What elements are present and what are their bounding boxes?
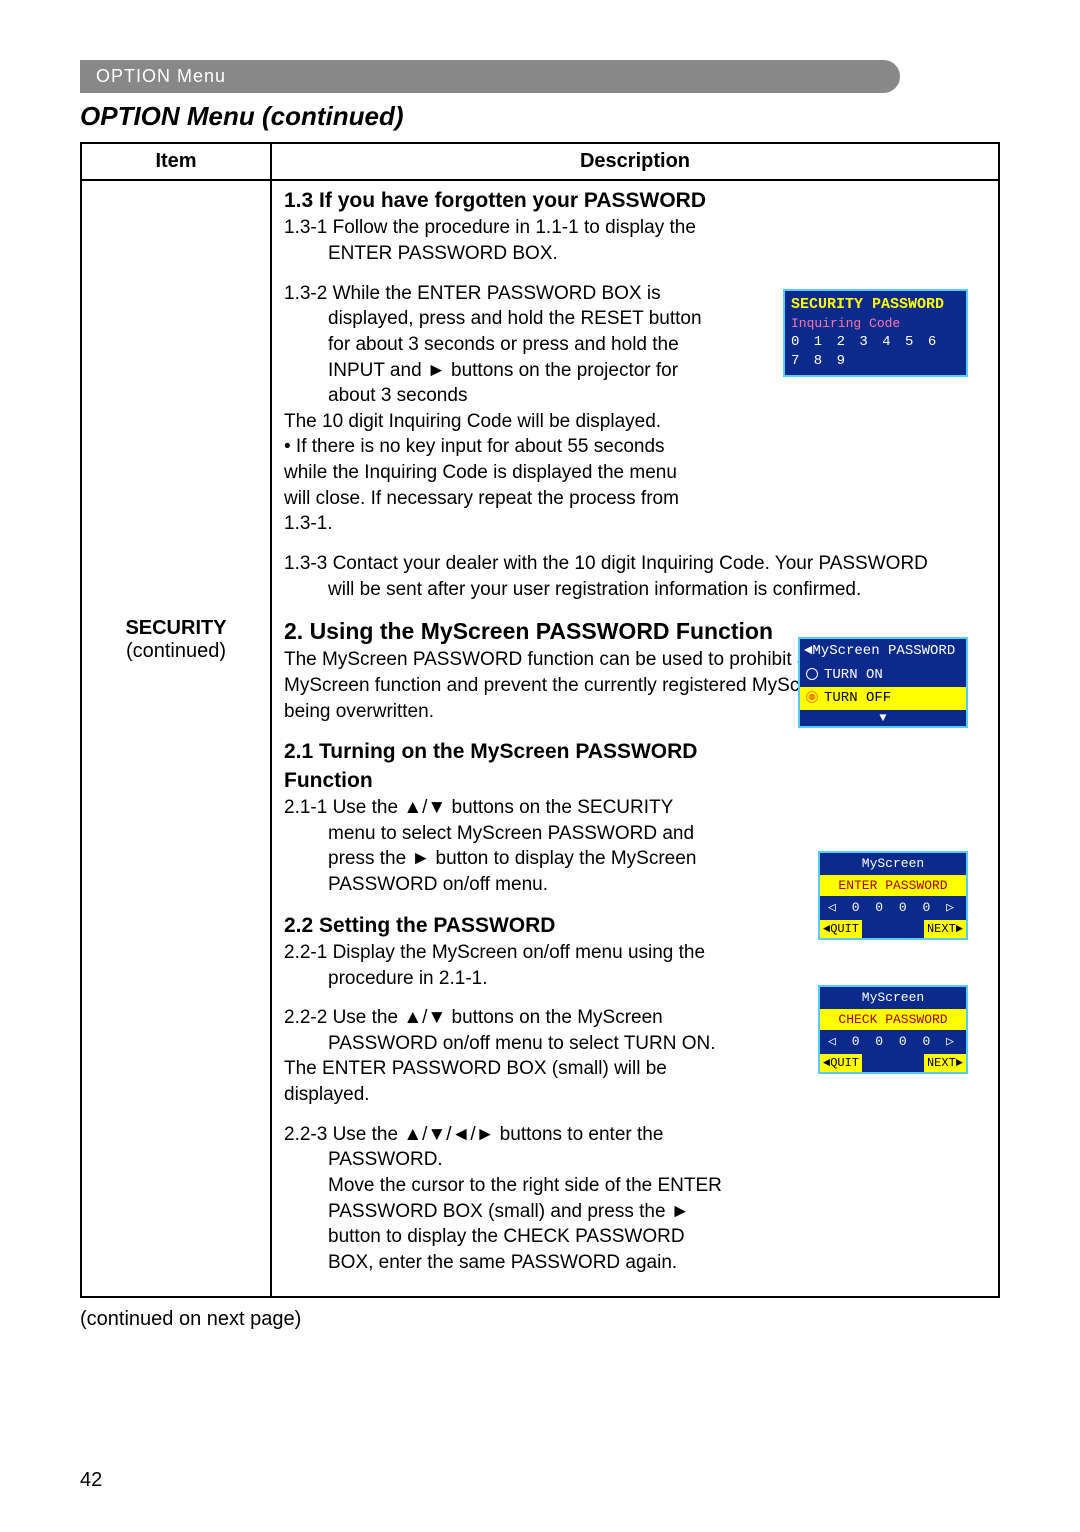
- quit-label: ◄QUIT: [820, 920, 862, 938]
- page-title: OPTION Menu (continued): [80, 101, 1000, 132]
- text: 2.2-1 Display the MyScreen on/off menu u…: [284, 942, 705, 963]
- text: 2.2-3 Use the ▲/▼/◄/► buttons to enter t…: [284, 1124, 663, 1145]
- section-tab: OPTION Menu: [80, 60, 900, 93]
- header-desc: Description: [271, 143, 999, 180]
- text: PASSWORD on/off menu to select TURN ON.: [284, 1031, 724, 1057]
- osd-digits: ◁ 0 0 0 0 ▷: [820, 1030, 966, 1054]
- text: The 10 digit Inquiring Code will be disp…: [284, 411, 661, 432]
- text: 2.2-2 Use the ▲/▼ buttons on the MyScree…: [284, 1007, 663, 1028]
- text: PASSWORD.: [284, 1147, 734, 1173]
- osd-enter-password: MyScreen ENTER PASSWORD ◁ 0 0 0 0 ▷ ◄QUI…: [818, 851, 968, 940]
- page-number: 42: [80, 1469, 102, 1492]
- text: displayed, press and hold the RESET butt…: [284, 306, 704, 409]
- label: TURN ON: [824, 667, 883, 683]
- osd-title: SECURITY PASSWORD: [791, 295, 960, 315]
- osd-label: MyScreen: [820, 987, 966, 1009]
- next-label: NEXT►: [924, 920, 966, 938]
- osd-code: 0 1 2 3 4 5 6 7 8 9: [791, 333, 960, 371]
- option-table: Item Description SECURITY (continued) 1.…: [80, 142, 1000, 1298]
- osd-label: ENTER PASSWORD: [820, 875, 966, 897]
- text: Move the cursor to the right side of the…: [284, 1173, 734, 1276]
- text: The ENTER PASSWORD BOX (small) will be d…: [284, 1058, 667, 1105]
- down-arrow-icon: ▼: [800, 710, 966, 726]
- heading-2-2: 2.2 Setting the PASSWORD: [284, 914, 555, 937]
- item-name: SECURITY: [94, 617, 258, 640]
- heading-2-1: 2.1 Turning on the MyScreen PASSWORD Fun…: [284, 740, 697, 791]
- text: 2.1-1 Use the ▲/▼ buttons on the SECURIT…: [284, 797, 673, 818]
- text: • If there is no key input for about 55 …: [284, 436, 679, 534]
- osd-label: CHECK PASSWORD: [820, 1009, 966, 1031]
- text: 1.3-2 While the ENTER PASSWORD BOX is: [284, 283, 661, 304]
- osd-digits: ◁ 0 0 0 0 ▷: [820, 896, 966, 920]
- item-sub: (continued): [94, 640, 258, 663]
- osd-inquiring-code: SECURITY PASSWORD Inquiring Code 0 1 2 3…: [783, 289, 968, 377]
- header-item: Item: [81, 143, 271, 180]
- digits: 0 0 0 0: [852, 1034, 935, 1049]
- text: will be sent after your user registratio…: [284, 577, 986, 603]
- osd-sub: Inquiring Code: [791, 315, 960, 333]
- osd-menu-off: TURN OFF: [800, 687, 966, 710]
- osd-label: MyScreen: [820, 853, 966, 875]
- label: TURN OFF: [824, 690, 891, 706]
- continued-note: (continued on next page): [80, 1308, 1000, 1331]
- item-cell: SECURITY (continued): [81, 180, 271, 1297]
- text: 1.3-3 Contact your dealer with the 10 di…: [284, 553, 928, 574]
- osd-check-password: MyScreen CHECK PASSWORD ◁ 0 0 0 0 ▷ ◄QUI…: [818, 985, 968, 1074]
- heading-2: 2. Using the MyScreen PASSWORD Function: [284, 618, 773, 644]
- next-label: NEXT►: [924, 1054, 966, 1072]
- text: 1.3-1 Follow the procedure in 1.1-1 to d…: [284, 217, 696, 238]
- text: menu to select MyScreen PASSWORD and pre…: [284, 821, 724, 898]
- osd-menu-on: TURN ON: [800, 664, 966, 687]
- description-cell: 1.3 If you have forgotten your PASSWORD …: [271, 180, 999, 1297]
- osd-myscreen-menu: ◄MyScreen PASSWORD TURN ON TURN OFF ▼: [798, 637, 968, 728]
- text: ENTER PASSWORD BOX.: [284, 241, 986, 267]
- text: procedure in 2.1-1.: [284, 966, 724, 992]
- quit-label: ◄QUIT: [820, 1054, 862, 1072]
- heading-1-3: 1.3 If you have forgotten your PASSWORD: [284, 189, 706, 212]
- osd-menu-title: ◄MyScreen PASSWORD: [800, 639, 966, 664]
- digits: 0 0 0 0: [852, 900, 935, 915]
